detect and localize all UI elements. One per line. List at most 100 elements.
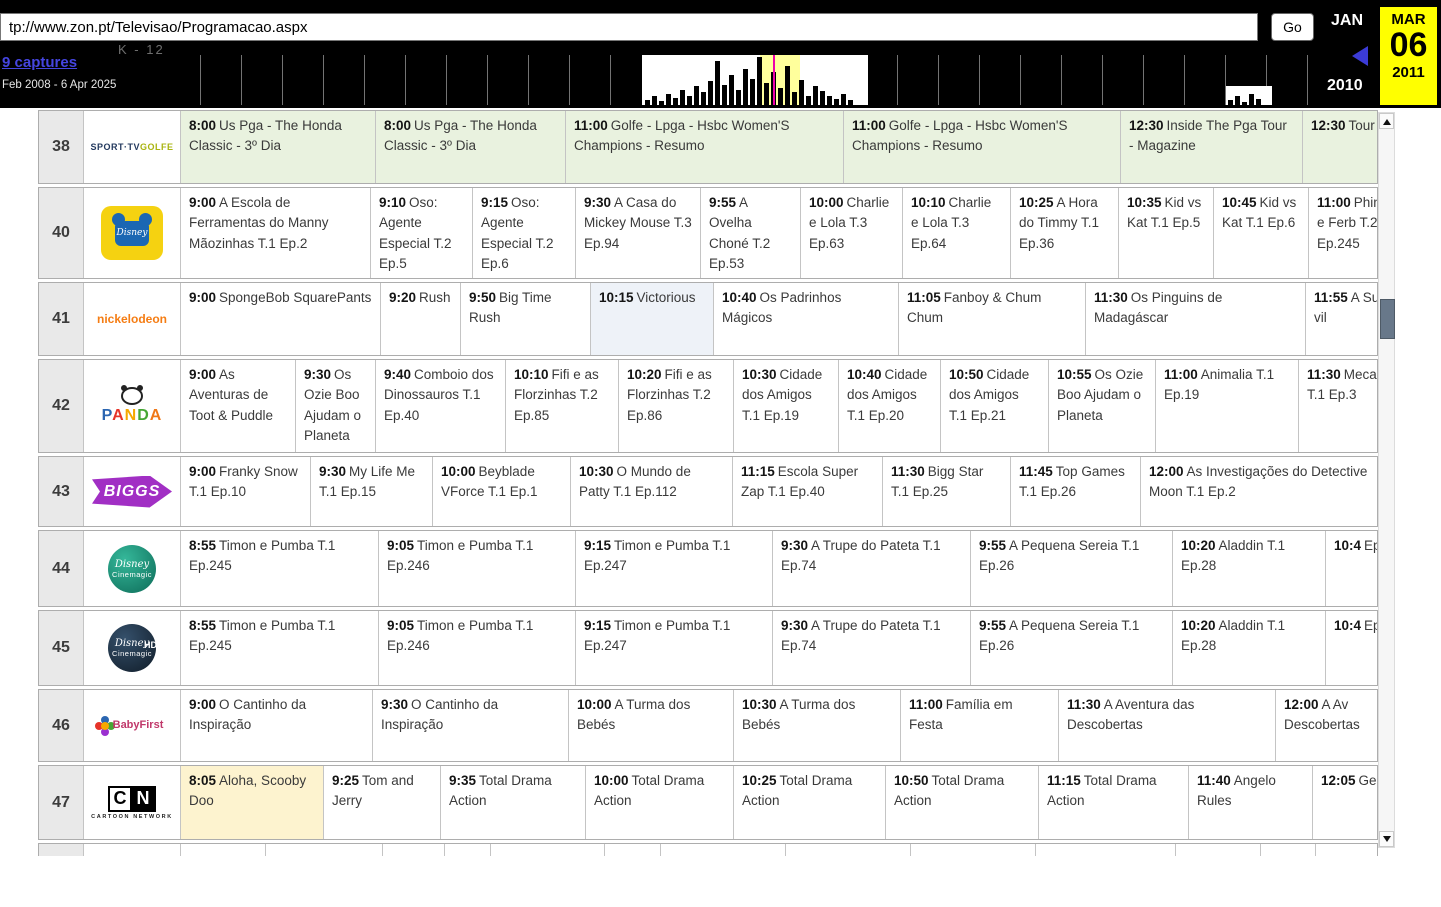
program-cell[interactable]: 9:00 Franky Snow T.1 Ep.10 [180,457,310,526]
program-cell[interactable]: 10:00 A Turma dos Bebés [568,690,733,761]
program-cell[interactable]: 8:00 Us Pga - The Honda Classic - 3º Dia [375,111,565,183]
program-cell[interactable]: 12:30 Inside The Pga Tour - Magazine [1120,111,1302,183]
program-cell[interactable]: 10:50 Total Drama Action [885,766,1038,839]
channel-logo-cell[interactable]: C N CARTOON NETWORK [83,766,180,839]
program-cell[interactable]: 8:00 Us Pga - The Honda Classic - 3º Dia [180,111,375,183]
wayback-epg-page: Go 9 captures Feb 2008 - 6 Apr 2025 K - … [0,0,1441,907]
channel-logo-cell[interactable]: PANDA [83,360,180,452]
program-cell[interactable]: 9:25 Tom and Jerry [323,766,440,839]
program-cell[interactable]: 9:55 A Pequena Sereia T.1 Ep.26 [970,531,1172,606]
url-input[interactable] [0,13,1258,41]
program-cell[interactable]: 10:45 Kid vs Kat T.1 Ep.6 [1213,188,1308,278]
program-cell[interactable]: 9:30 A Trupe do Pateta T.1 Ep.74 [772,611,970,685]
program-cell[interactable]: 12:00 A Av Descobertas [1275,690,1377,761]
program-cell[interactable]: 9:30 A Trupe do Pateta T.1 Ep.74 [772,531,970,606]
program-cell[interactable]: 10:10 Charlie e Lola T.3 Ep.64 [902,188,1010,278]
channel-logo-cell[interactable]: Disney [83,188,180,278]
program-cell[interactable]: 8:55 Timon e Pumba T.1 Ep.245 [180,611,378,685]
scrollbar-thumb[interactable] [1380,299,1395,339]
program-cell[interactable]: 9:30 A Casa do Mickey Mouse T.3 Ep.94 [575,188,700,278]
program-cell[interactable]: 11:30Mecanima T.1 Ep.3 [1298,360,1377,452]
program-cell[interactable]: 9:40 Comboio dos Dinossauros T.1 Ep.40 [375,360,505,452]
program-cell[interactable]: 10:40 Cidade dos Amigos T.1 Ep.20 [838,360,940,452]
program-cell[interactable]: 11:05 Fanboy & Chum Chum [898,283,1085,355]
program-time: 10:10 [911,195,946,210]
program-cell[interactable]: 9:35 Total Drama Action [440,766,585,839]
capture-histogram[interactable] [642,55,868,105]
program-cell[interactable]: 11:40 Angelo Rules [1188,766,1312,839]
program-cell[interactable]: 9:05 Timon e Pumba T.1 Ep.246 [378,611,575,685]
program-cell[interactable]: 10:20 Fifi e as Florzinhas T.2 Ep.86 [618,360,733,452]
histogram-bar [715,61,720,105]
program-cell[interactable]: 10:10 Fifi e as Florzinhas T.2 Ep.85 [505,360,618,452]
vertical-scrollbar[interactable] [1378,112,1395,848]
histogram-bar [1242,102,1247,105]
program-cell[interactable]: 9:05 Timon e Pumba T.1 Ep.246 [378,531,575,606]
program-cell[interactable]: 10:25 Total Drama Action [733,766,885,839]
program-cell[interactable]: 10:15 Victorious [590,283,713,355]
program-cell[interactable]: 12:30Tour - Ma [1302,111,1377,183]
program-cell[interactable]: 9:30 My Life Me T.1 Ep.15 [310,457,432,526]
scroll-down-button[interactable] [1379,831,1394,847]
program-cell[interactable]: 10:30 O Mundo de Patty T.1 Ep.112 [570,457,732,526]
program-cell[interactable]: 11:30 A Aventura das Descobertas [1058,690,1275,761]
program-cell[interactable]: 10:4Ep.29 [1325,531,1377,606]
program-cell[interactable]: 11:00Phineas e Ferb T.2 Ep.245 [1308,188,1377,278]
program-cell[interactable]: 10:25 A Hora do Timmy T.1 Ep.36 [1010,188,1118,278]
program-cell[interactable]: 9:15 Timon e Pumba T.1 Ep.247 [575,531,772,606]
channel-logo-cell[interactable]: BabyFirst [83,690,180,761]
program-cell[interactable]: 11:00 Golfe - Lpga - Hsbc Women'S Champio… [843,111,1120,183]
program-cell[interactable]: 9:55 A Pequena Sereia T.1 Ep.26 [970,611,1172,685]
program-cell[interactable]: 10:40 Os Padrinhos Mágicos [713,283,898,355]
program-cell[interactable]: 11:00 Família em Festa [900,690,1058,761]
prev-capture-arrow-icon[interactable] [1352,46,1368,66]
captures-link[interactable]: 9 captures [2,54,77,71]
program-cell[interactable]: 9:50 Big Time Rush [460,283,590,355]
program-cell[interactable]: 9:20 Rush [380,283,460,355]
program-cell[interactable]: 10:50 Cidade dos Amigos T.1 Ep.21 [940,360,1048,452]
program-cell[interactable]: 10:30 Cidade dos Amigos T.1 Ep.19 [733,360,838,452]
program-cell[interactable]: 11:45 Top Games T.1 Ep.26 [1010,457,1140,526]
go-button[interactable]: Go [1271,13,1314,41]
program-cell[interactable]: 9:55 A Ovelha Choné T.2 Ep.53 [700,188,800,278]
program-cell[interactable]: 9:00 SpongeBob SquarePants [180,283,380,355]
program-cell[interactable]: 9:10 Oso: Agente Especial T.2 Ep.5 [370,188,472,278]
channel-logo-cell[interactable]: BIGGS [83,457,180,526]
program-cell[interactable]: 12:00 As Investigações do Detective Moon … [1140,457,1377,526]
channel-logo-cell[interactable]: SPORT·TVGOLFE [83,111,180,183]
program-cell[interactable]: 9:00 O Cantinho da Inspiração [180,690,372,761]
program-cell[interactable]: 11:15 Total Drama Action [1038,766,1188,839]
program-cell[interactable]: 10:20 Aladdin T.1 Ep.28 [1172,611,1325,685]
channel-number: 45 [39,611,83,685]
program-cell[interactable]: 12:05Generat [1312,766,1377,839]
program-cell[interactable]: 9:00 A Escola de Ferramentas do Manny Mão… [180,188,370,278]
program-cell[interactable]: 11:30 Bigg Star T.1 Ep.25 [882,457,1010,526]
program-cell[interactable]: 10:00 Total Drama Action [585,766,733,839]
program-cell[interactable]: 11:15 Escola Super Zap T.1 Ep.40 [732,457,882,526]
program-cell[interactable]: 10:55 Os Ozie Boo Ajudam o Planeta [1048,360,1155,452]
program-cell[interactable]: 11:00 Golfe - Lpga - Hsbc Women'S Champio… [565,111,843,183]
channel-logo-cell[interactable]: nickelodeon [83,283,180,355]
program-cell[interactable]: 9:15 Oso: Agente Especial T.2 Ep.6 [472,188,575,278]
program-cell[interactable]: 9:00 As Aventuras de Toot & Puddle [180,360,295,452]
program-cell[interactable]: 11:00 Animalia T.1 Ep.19 [1155,360,1298,452]
program-cell[interactable]: 10:30 A Turma dos Bebés [733,690,900,761]
program-cell[interactable]: 10:00 Charlie e Lola T.3 Ep.63 [800,188,902,278]
program-cell[interactable]: 10:35 Kid vs Kat T.1 Ep.5 [1118,188,1213,278]
program-cell[interactable]: 11:30 Os Pinguins de Madagáscar [1085,283,1305,355]
program-cell[interactable]: 9:30 Os Ozie Boo Ajudam o Planeta [295,360,375,452]
channel-logo-cell[interactable]: Disney Cinemagic [83,531,180,606]
program-cell[interactable]: 9:15 Timon e Pumba T.1 Ep.247 [575,611,772,685]
program-cell[interactable]: 11:55A Super-vil [1305,283,1377,355]
program-cell[interactable]: 10:00 Beyblade VForce T.1 Ep.1 [432,457,570,526]
program-cell[interactable]: 8:05 Aloha, Scooby Doo [180,766,323,839]
program-cell[interactable]: 8:55 Timon e Pumba T.1 Ep.245 [180,531,378,606]
histogram-bar [848,100,853,105]
scroll-up-button[interactable] [1379,113,1394,129]
program-cell[interactable]: 10:20 Aladdin T.1 Ep.28 [1172,531,1325,606]
program-cell[interactable]: 10:4Ep.29 [1325,611,1377,685]
program-cell[interactable]: 9:30 O Cantinho da Inspiração [372,690,568,761]
prev-year-label[interactable]: 2010 [1327,77,1363,95]
current-capture-box[interactable]: MAR 06 2011 [1380,7,1437,105]
channel-logo-cell[interactable]: Disney Cinemagic HD [83,611,180,685]
